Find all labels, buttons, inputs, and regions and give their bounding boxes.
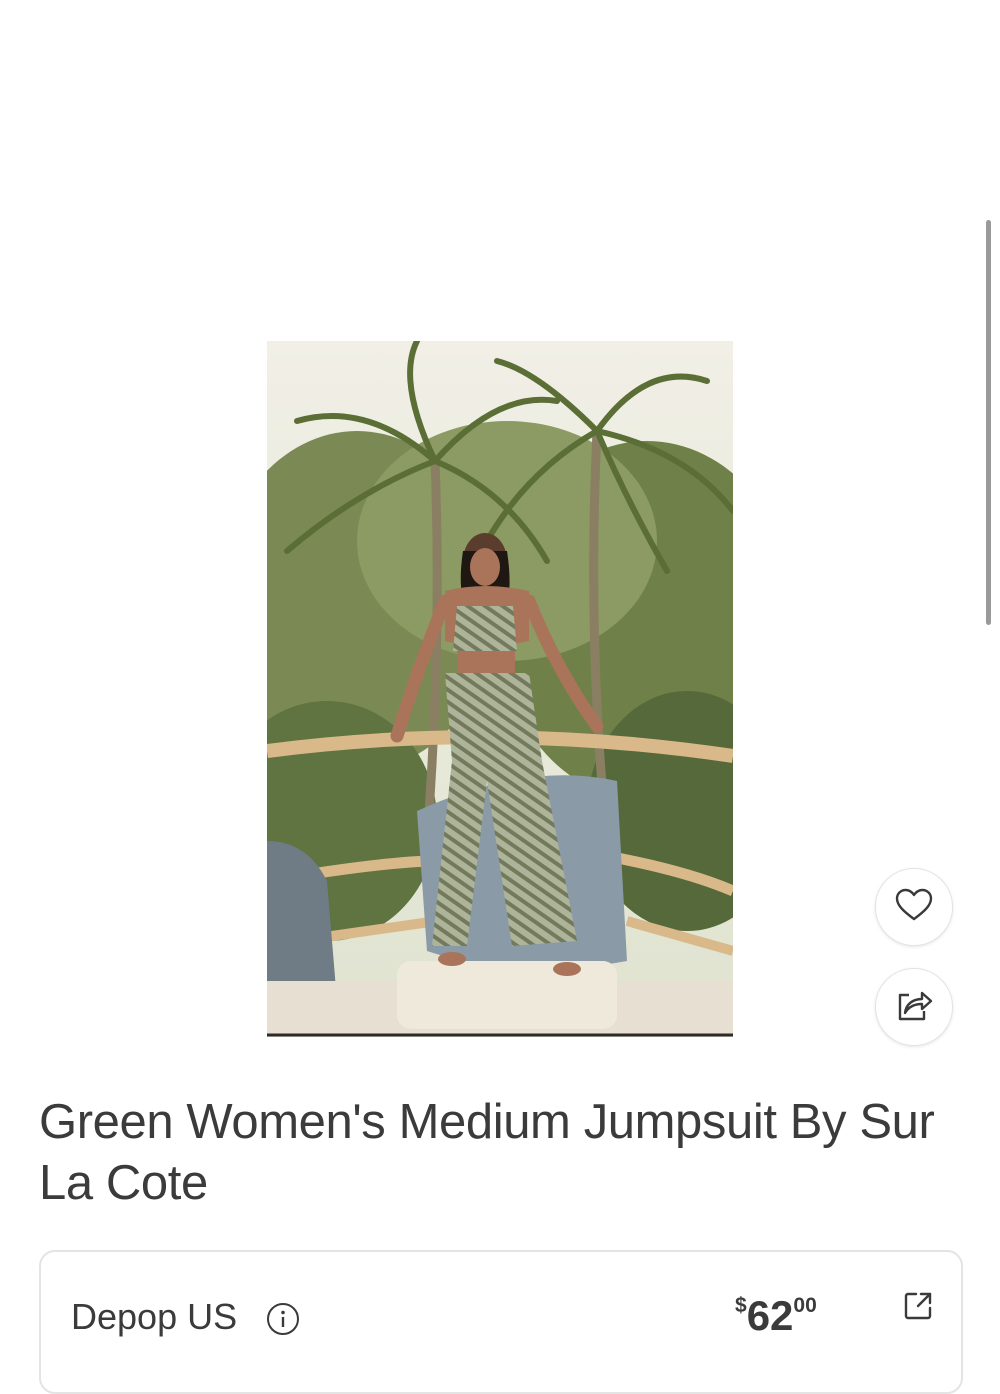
share-button[interactable] [875,968,953,1046]
external-link-icon[interactable] [902,1290,934,1327]
price-currency: $ [735,1294,747,1317]
share-icon [895,987,933,1028]
like-button[interactable] [875,868,953,946]
product-title: Green Women's Medium Jumpsuit By Sur La … [39,1095,935,1210]
product-image[interactable] [267,341,733,1037]
info-icon[interactable] [266,1302,300,1341]
seller-name: Depop US [71,1296,238,1337]
price-whole: 62 [746,1292,794,1339]
price-cents: 00 [793,1294,817,1317]
scrollbar[interactable] [986,220,991,625]
offer-card[interactable]: Depop US $6200 [39,1250,963,1394]
heart-icon [895,888,933,927]
